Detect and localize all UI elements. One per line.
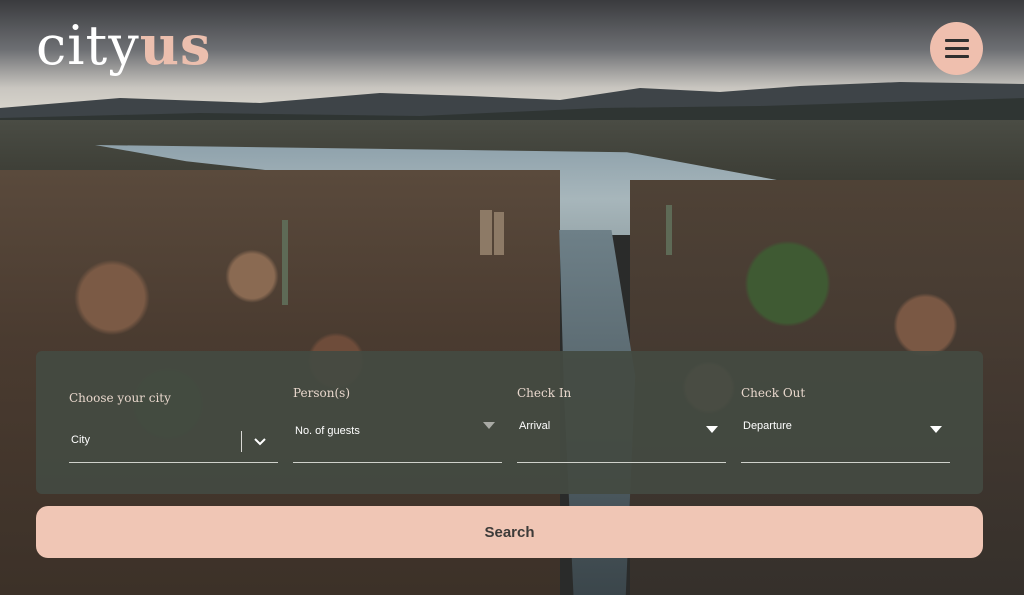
persons-field[interactable]: Person(s) No. of guests: [293, 351, 502, 494]
booking-panel: Choose your city City Person(s) No. of g…: [36, 351, 983, 494]
check-out-field[interactable]: Check Out Departure: [741, 351, 950, 494]
church-spire: [666, 205, 672, 255]
city-label: Choose your city: [69, 391, 171, 405]
select-divider: [241, 431, 242, 452]
check-out-value[interactable]: Departure: [743, 420, 792, 432]
city-select-value[interactable]: City: [71, 434, 90, 446]
church-spire: [282, 220, 288, 305]
church-tower: [494, 212, 504, 255]
logo-text-us: us: [139, 13, 212, 77]
check-in-value[interactable]: Arrival: [519, 420, 550, 432]
check-in-underline: [517, 462, 726, 463]
hamburger-menu-icon: [944, 47, 969, 50]
city-underline: [69, 462, 278, 463]
hamburger-menu-icon: [944, 55, 969, 58]
persons-label: Person(s): [293, 386, 351, 400]
persons-underline: [293, 462, 502, 463]
check-out-underline: [741, 462, 950, 463]
church-tower: [480, 210, 492, 255]
menu-button[interactable]: [930, 22, 983, 75]
city-field[interactable]: Choose your city City: [69, 351, 278, 494]
logo-text-city: city: [36, 14, 140, 77]
search-button[interactable]: Search: [36, 506, 983, 558]
check-out-label: Check Out: [741, 386, 806, 400]
chevron-down-icon[interactable]: [253, 437, 267, 447]
persons-select-value[interactable]: No. of guests: [295, 425, 360, 437]
check-in-field[interactable]: Check In Arrival: [517, 351, 726, 494]
caret-down-icon[interactable]: [930, 426, 942, 433]
hamburger-menu-icon: [944, 39, 969, 42]
logo[interactable]: cityus: [36, 10, 211, 81]
check-in-label: Check In: [517, 386, 572, 400]
caret-down-icon[interactable]: [483, 422, 495, 429]
caret-down-icon[interactable]: [706, 426, 718, 433]
